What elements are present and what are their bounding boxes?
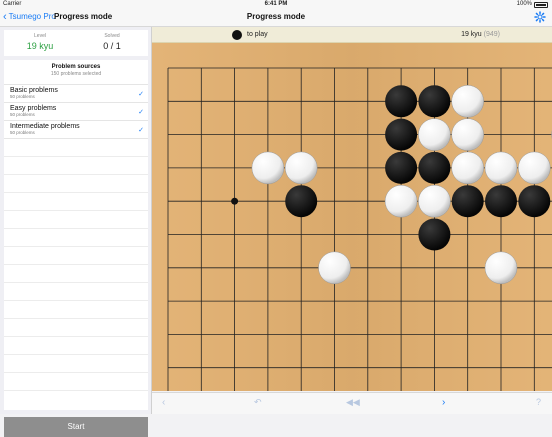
checkmark-icon: ✓ <box>138 108 144 116</box>
empty-list-row <box>4 283 148 301</box>
white-stone <box>418 119 450 151</box>
source-count: 50 problems <box>10 130 148 135</box>
empty-list-row <box>4 139 148 157</box>
rank-value: 19 kyu <box>461 31 482 38</box>
black-stone <box>418 219 450 251</box>
black-stone <box>418 85 450 117</box>
empty-list-row <box>4 247 148 265</box>
star-point <box>231 198 238 205</box>
gear-icon[interactable] <box>534 11 546 23</box>
problem-sources-list: Problem sources 150 problems selected Ba… <box>4 60 148 410</box>
next-button[interactable]: › <box>442 397 445 408</box>
start-button[interactable]: Start <box>4 417 148 437</box>
page-title: Progress mode <box>0 12 552 21</box>
white-stone <box>485 152 517 184</box>
sources-header: Problem sources 150 problems selected <box>4 64 148 85</box>
white-stone <box>452 85 484 117</box>
black-stone <box>452 185 484 217</box>
source-count: 50 problems <box>10 112 148 117</box>
rank-display: 19 kyu (949) <box>461 31 500 38</box>
white-stone <box>385 185 417 217</box>
undo-button[interactable]: ↶ <box>254 397 262 408</box>
checkmark-icon: ✓ <box>138 126 144 134</box>
black-stone <box>418 152 450 184</box>
to-play-label: to play <box>247 31 268 38</box>
status-bar: Carrier 6:41 PM 100% <box>0 0 552 9</box>
black-stone <box>518 185 550 217</box>
source-item-intermediate[interactable]: Intermediate problems 50 problems ✓ <box>4 121 148 139</box>
white-stone <box>452 152 484 184</box>
empty-list-row <box>4 211 148 229</box>
info-bar: to play 19 kyu (949) <box>152 27 552 43</box>
checkmark-icon: ✓ <box>138 90 144 98</box>
white-stone <box>452 119 484 151</box>
white-stone <box>418 185 450 217</box>
level-label: Level <box>4 33 76 39</box>
empty-list-row <box>4 265 148 283</box>
source-count: 50 problems <box>10 94 148 99</box>
sidebar: Level 19 kyu Solved 0 / 1 Problem source… <box>0 27 152 414</box>
rewind-button[interactable]: ◀◀ <box>346 397 360 408</box>
battery-icon <box>534 2 548 8</box>
black-stone <box>385 152 417 184</box>
rank-points: (949) <box>484 31 500 38</box>
solved-label: Solved <box>76 33 148 39</box>
black-stone <box>385 85 417 117</box>
sources-title: Problem sources <box>4 64 148 70</box>
hint-button[interactable]: ? <box>536 397 541 407</box>
navigation-bar: ‹ Tsumego Pro Progress mode Progress mod… <box>0 9 552 27</box>
source-name: Basic problems <box>10 85 148 94</box>
white-stone <box>485 252 517 284</box>
solved-stat: Solved 0 / 1 <box>76 30 148 56</box>
white-stone <box>518 152 550 184</box>
empty-list-row <box>4 175 148 193</box>
source-item-easy[interactable]: Easy problems 50 problems ✓ <box>4 103 148 121</box>
stats-panel: Level 19 kyu Solved 0 / 1 <box>4 30 148 56</box>
empty-list-row <box>4 229 148 247</box>
empty-list-row <box>4 337 148 355</box>
go-board[interactable] <box>152 43 552 391</box>
level-stat: Level 19 kyu <box>4 30 76 56</box>
black-stone <box>485 185 517 217</box>
empty-list-row <box>4 157 148 175</box>
black-stone <box>285 185 317 217</box>
previous-button[interactable]: ‹ <box>162 397 165 408</box>
board-area: to play 19 kyu (949) ‹ ↶ ◀◀ › ? <box>152 27 552 414</box>
white-stone <box>252 152 284 184</box>
black-stone-icon <box>232 30 242 40</box>
source-item-basic[interactable]: Basic problems 50 problems ✓ <box>4 85 148 103</box>
source-name: Intermediate problems <box>10 121 148 130</box>
white-stone <box>319 252 351 284</box>
board-grid[interactable] <box>152 43 552 391</box>
empty-rows <box>4 139 148 391</box>
solved-value: 0 / 1 <box>76 41 148 51</box>
empty-list-row <box>4 193 148 211</box>
empty-list-row <box>4 355 148 373</box>
level-value: 19 kyu <box>4 41 76 51</box>
empty-list-row <box>4 301 148 319</box>
source-name: Easy problems <box>10 103 148 112</box>
white-stone <box>285 152 317 184</box>
clock: 6:41 PM <box>0 1 552 7</box>
empty-list-row <box>4 373 148 391</box>
battery-percent: 100% <box>517 1 532 7</box>
sources-subtitle: 150 problems selected <box>4 71 148 77</box>
empty-list-row <box>4 319 148 337</box>
bottom-toolbar: ‹ ↶ ◀◀ › ? <box>152 392 552 414</box>
black-stone <box>385 119 417 151</box>
